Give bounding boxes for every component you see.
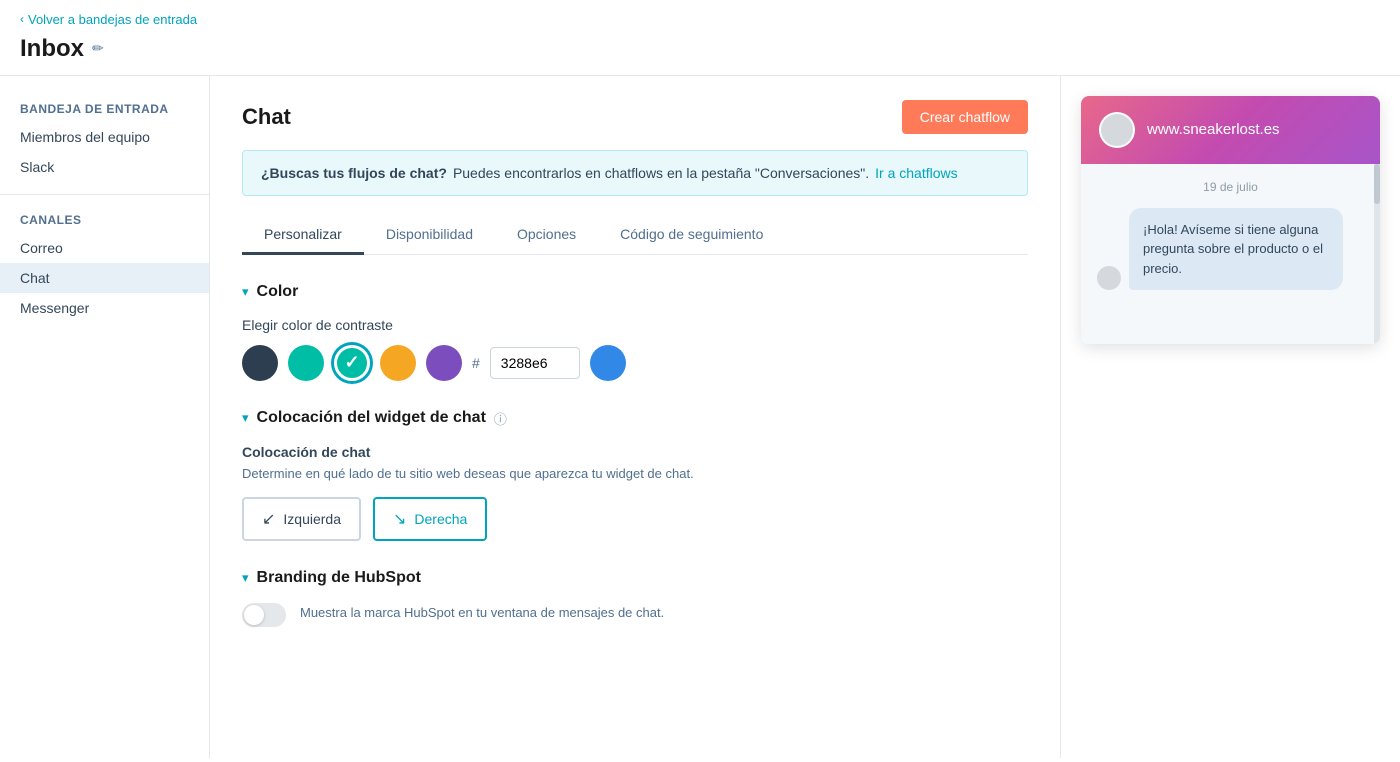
chat-msg-avatar: [1097, 266, 1121, 290]
placement-left-label: Izquierda: [283, 511, 341, 527]
widget-placement-section: ▾ Colocación del widget de chat ⓘ Coloca…: [242, 409, 1028, 542]
preview-panel: www.sneakerlost.es 19 de julio ¡Hola! Av…: [1060, 76, 1400, 758]
main-content: Chat Crear chatflow ¿Buscas tus flujos d…: [210, 76, 1060, 758]
color-hash-symbol: #: [472, 355, 480, 371]
chat-date: 19 de julio: [1097, 180, 1364, 194]
banner-description: Puedes encontrarlos en chatflows en la p…: [453, 165, 869, 181]
color-subtitle: Elegir color de contraste: [242, 317, 1028, 333]
sidebar-item-chat[interactable]: Chat: [0, 263, 209, 293]
branding-toggle-icon: ▾: [242, 570, 249, 586]
placement-left-icon: ↙: [262, 509, 275, 529]
content-title: Chat: [242, 104, 291, 130]
branding-section: ▾ Branding de HubSpot Muestra la marca H…: [242, 569, 1028, 627]
toggle-thumb: [244, 605, 264, 625]
back-arrow-icon: ‹: [20, 12, 24, 26]
tabs: Personalizar Disponibilidad Opciones Cód…: [242, 216, 1028, 255]
chat-header: www.sneakerlost.es: [1081, 96, 1380, 164]
sidebar-item-team-members[interactable]: Miembros del equipo: [0, 122, 209, 152]
info-banner: ¿Buscas tus flujos de chat? Puedes encon…: [242, 150, 1028, 196]
tab-personalizar[interactable]: Personalizar: [242, 216, 364, 255]
widget-section-header[interactable]: ▾ Colocación del widget de chat ⓘ: [242, 409, 1028, 428]
sidebar-item-slack[interactable]: Slack: [0, 152, 209, 182]
branding-toggle[interactable]: [242, 603, 286, 627]
placement-right-label: Derecha: [414, 511, 467, 527]
widget-description: Determine en qué lado de tu sitio web de…: [242, 464, 1028, 484]
color-swatch-selected[interactable]: ✓: [334, 345, 370, 381]
color-swatch-purple[interactable]: [426, 345, 462, 381]
chat-message-bubble: ¡Hola! Avíseme si tiene alguna pregunta …: [1129, 208, 1343, 291]
create-chatflow-button[interactable]: Crear chatflow: [902, 100, 1028, 134]
tab-opciones[interactable]: Opciones: [495, 216, 598, 255]
branding-section-header[interactable]: ▾ Branding de HubSpot: [242, 569, 1028, 587]
branding-row: Muestra la marca HubSpot en tu ventana d…: [242, 603, 1028, 627]
widget-toggle-icon: ▾: [242, 410, 249, 426]
page-title: Inbox: [20, 35, 84, 63]
sidebar-section-inbox: Bandeja de entrada: [0, 96, 209, 122]
color-section-header[interactable]: ▾ Color: [242, 283, 1028, 301]
color-swatch-dark[interactable]: [242, 345, 278, 381]
placement-right-icon: ↘: [393, 509, 406, 529]
sidebar-section-channels: Canales: [0, 207, 209, 233]
tab-codigo[interactable]: Código de seguimiento: [598, 216, 785, 255]
branding-section-title: Branding de HubSpot: [257, 569, 421, 587]
scrollbar-thumb[interactable]: [1374, 164, 1380, 204]
color-swatch-teal[interactable]: [288, 345, 324, 381]
sidebar: Bandeja de entrada Miembros del equipo S…: [0, 76, 210, 758]
avatar-image: [1101, 114, 1133, 146]
branding-description: Muestra la marca HubSpot en tu ventana d…: [300, 603, 664, 623]
widget-section-title: Colocación del widget de chat: [257, 409, 486, 427]
tab-disponibilidad[interactable]: Disponibilidad: [364, 216, 495, 255]
color-section: ▾ Color Elegir color de contraste ✓ #: [242, 283, 1028, 381]
color-section-title: Color: [257, 283, 299, 301]
widget-info-icon[interactable]: ⓘ: [494, 409, 507, 428]
placement-right-button[interactable]: ↘ Derecha: [373, 497, 487, 541]
sidebar-item-correo[interactable]: Correo: [0, 233, 209, 263]
chat-preview: www.sneakerlost.es 19 de julio ¡Hola! Av…: [1081, 96, 1380, 344]
color-preview-swatch[interactable]: [590, 345, 626, 381]
chat-body: 19 de julio ¡Hola! Avíseme si tiene algu…: [1081, 164, 1380, 344]
color-row: ✓ #: [242, 345, 1028, 381]
chat-message-row: ¡Hola! Avíseme si tiene alguna pregunta …: [1097, 208, 1364, 291]
edit-icon[interactable]: ✏: [92, 40, 104, 57]
color-swatch-orange[interactable]: [380, 345, 416, 381]
widget-sub-title: Colocación de chat: [242, 444, 1028, 460]
scrollbar-track: [1374, 164, 1380, 344]
placement-row: ↙ Izquierda ↘ Derecha: [242, 497, 1028, 541]
banner-question: ¿Buscas tus flujos de chat?: [261, 165, 447, 181]
chat-avatar: [1099, 112, 1135, 148]
placement-left-button[interactable]: ↙ Izquierda: [242, 497, 361, 541]
sidebar-item-messenger[interactable]: Messenger: [0, 293, 209, 323]
color-hex-input[interactable]: [490, 347, 580, 379]
color-toggle-icon: ▾: [242, 284, 249, 300]
banner-link[interactable]: Ir a chatflows: [875, 165, 957, 181]
back-link[interactable]: ‹ Volver a bandejas de entrada: [20, 12, 197, 27]
back-link-text: Volver a bandejas de entrada: [28, 12, 197, 27]
chat-domain: www.sneakerlost.es: [1147, 121, 1280, 138]
